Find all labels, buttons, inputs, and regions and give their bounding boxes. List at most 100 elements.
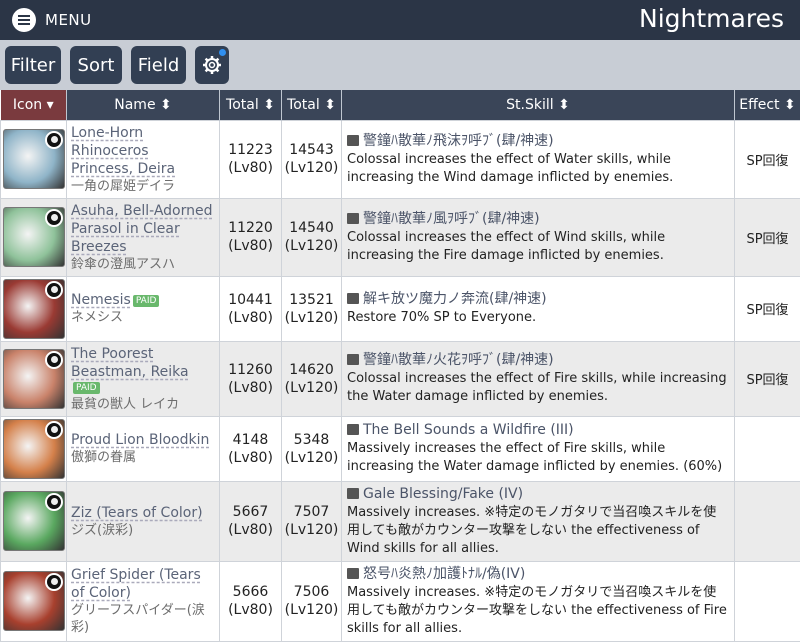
total-lv120-value: 14543 [282, 141, 341, 159]
table-row[interactable]: NemesisPAIDネメシス10441(Lv80)13521(Lv120)解キ… [1, 276, 800, 341]
icon-cell [1, 416, 67, 481]
skill-book-icon [347, 568, 359, 579]
nightmare-portrait[interactable] [3, 207, 65, 267]
total-lv120-column-header[interactable]: Total ⬍ [282, 90, 342, 120]
settings-button[interactable] [195, 46, 229, 84]
skill-description: Colossal increases the effect of Fire sk… [347, 370, 729, 406]
table-row[interactable]: Ziz (Tears of Color)ジズ(涙彩)5667(Lv80)7507… [1, 481, 800, 561]
total-lv80-level: (Lv80) [220, 309, 281, 327]
total-lv80-value: 10441 [220, 291, 281, 309]
effect-cell [735, 416, 800, 481]
total-lv120-cell: 14543(Lv120) [282, 120, 342, 198]
stskill-cell: The Bell Sounds a Wildfire (III)Massivel… [342, 416, 735, 481]
field-button[interactable]: Field [131, 46, 186, 84]
nightmare-name-link[interactable]: Grief Spider (Tears of Color) [71, 567, 201, 601]
skill-book-icon [347, 354, 359, 365]
table-row[interactable]: Asuha, Bell-Adorned Parasol in Clear Bre… [1, 198, 800, 276]
table-row[interactable]: Lone-Horn Rhinoceros Princess, Deira一角の犀… [1, 120, 800, 198]
skill-book-icon [347, 424, 359, 435]
nightmare-name-jp: グリーフスパイダー(涙彩) [71, 602, 215, 636]
total-lv120-level: (Lv120) [282, 309, 341, 327]
nightmare-portrait[interactable] [3, 279, 65, 339]
sort-icon: ⬍ [263, 97, 275, 113]
icon-cell [1, 481, 67, 561]
skill-description: Restore 70% SP to Everyone. [347, 309, 729, 327]
total-lv120-cell: 14540(Lv120) [282, 198, 342, 276]
effect-cell: SP回復 [735, 198, 800, 276]
skill-description: Colossal increases the effect of Water s… [347, 151, 729, 187]
table-row[interactable]: The Poorest Beastman, ReikaPAID最貧の獣人 レイカ… [1, 341, 800, 416]
total-lv120-cell: 5348(Lv120) [282, 416, 342, 481]
total-lv120-level: (Lv120) [282, 521, 341, 539]
skill-name: 警鐘ﾊ散華ﾉ火花ｦ呼ﾌﾞ(肆/神速) [363, 352, 554, 368]
total-lv120-cell: 13521(Lv120) [282, 276, 342, 341]
paid-badge: PAID [73, 382, 100, 394]
skill-book-icon [347, 293, 359, 304]
table-row[interactable]: Grief Spider (Tears of Color)グリーフスパイダー(涙… [1, 561, 800, 641]
skull-badge-icon [45, 131, 63, 149]
paid-badge: PAID [133, 295, 160, 307]
nightmare-portrait[interactable] [3, 571, 65, 631]
skill-description: Massively increases. ※特定のモノガタリで当召喚スキルを使用… [347, 504, 729, 558]
name-cell: Lone-Horn Rhinoceros Princess, Deira一角の犀… [67, 120, 220, 198]
filter-button[interactable]: Filter [5, 46, 61, 84]
nightmare-portrait[interactable] [3, 349, 65, 409]
total-lv80-cell: 4148(Lv80) [220, 416, 282, 481]
sort-desc-icon: ▾ [47, 97, 54, 113]
table-row[interactable]: Proud Lion Bloodkin傲獅の眷属4148(Lv80)5348(L… [1, 416, 800, 481]
skill-book-icon [347, 488, 359, 499]
total-lv120-value: 13521 [282, 291, 341, 309]
total-lv80-level: (Lv80) [220, 601, 281, 619]
total-lv80-cell: 5667(Lv80) [220, 481, 282, 561]
icon-column-header[interactable]: Icon ▾ [1, 90, 67, 120]
total-lv120-level: (Lv120) [282, 159, 341, 177]
name-cell: NemesisPAIDネメシス [67, 276, 220, 341]
total-lv80-value: 5667 [220, 503, 281, 521]
nightmare-name-link[interactable]: Asuha, Bell-Adorned Parasol in Clear Bre… [71, 203, 213, 255]
skill-name: 警鐘ﾊ散華ﾉ風ｦ呼ﾌﾞ(肆/神速) [363, 211, 540, 227]
nightmare-name-link[interactable]: Proud Lion Bloodkin [71, 432, 209, 448]
skill-description: Massively increases the effect of Fire s… [347, 440, 729, 476]
nightmare-name-link[interactable]: Nemesis [71, 292, 131, 308]
skill-description: Colossal increases the effect of Wind sk… [347, 229, 729, 265]
total-lv120-cell: 7506(Lv120) [282, 561, 342, 641]
name-cell: Asuha, Bell-Adorned Parasol in Clear Bre… [67, 198, 220, 276]
total-lv80-level: (Lv80) [220, 237, 281, 255]
nightmare-portrait[interactable] [3, 129, 65, 189]
skull-badge-icon [45, 421, 63, 439]
name-column-header[interactable]: Name ⬍ [67, 90, 220, 120]
skill-name: 怒号ﾊ炎熱ﾉ加護ﾄﾅﾙ/偽(IV) [363, 566, 525, 582]
total-lv80-level: (Lv80) [220, 521, 281, 539]
sort-icon: ⬍ [784, 97, 796, 113]
nightmare-name-jp: ジズ(涙彩) [71, 522, 215, 539]
stskill-column-header[interactable]: St.Skill ⬍ [342, 90, 735, 120]
nightmare-name-link[interactable]: Lone-Horn Rhinoceros Princess, Deira [71, 125, 175, 177]
skull-badge-icon [45, 281, 63, 299]
icon-cell [1, 276, 67, 341]
name-cell: Proud Lion Bloodkin傲獅の眷属 [67, 416, 220, 481]
nightmare-portrait[interactable] [3, 491, 65, 551]
menu-button[interactable]: MENU [12, 8, 92, 32]
nightmare-name-link[interactable]: The Poorest Beastman, Reika [71, 346, 189, 380]
sort-button[interactable]: Sort [70, 46, 122, 84]
stskill-cell: 警鐘ﾊ散華ﾉ火花ｦ呼ﾌﾞ(肆/神速) Colossal increases the… [342, 341, 735, 416]
nightmare-name-jp: 鈴傘の澄風アスハ [71, 256, 215, 273]
sort-icon: ⬍ [160, 97, 172, 113]
total-lv80-column-header[interactable]: Total ⬍ [220, 90, 282, 120]
skull-badge-icon [45, 209, 63, 227]
effect-cell: SP回復 [735, 276, 800, 341]
name-cell: The Poorest Beastman, ReikaPAID最貧の獣人 レイカ [67, 341, 220, 416]
total-lv120-cell: 14620(Lv120) [282, 341, 342, 416]
nightmare-portrait[interactable] [3, 419, 65, 479]
name-cell: Grief Spider (Tears of Color)グリーフスパイダー(涙… [67, 561, 220, 641]
hamburger-icon [12, 8, 36, 32]
total-lv80-cell: 5666(Lv80) [220, 561, 282, 641]
total-lv80-value: 4148 [220, 431, 281, 449]
effect-column-header[interactable]: Effect ⬍ [735, 90, 800, 120]
total-lv120-level: (Lv120) [282, 379, 341, 397]
top-bar: MENU Nightmares [0, 0, 800, 40]
icon-cell [1, 120, 67, 198]
notification-dot [219, 49, 226, 56]
stskill-cell: 解キ放ツ魔力ノ奔流(肆/神速)Restore 70% SP to Everyon… [342, 276, 735, 341]
nightmare-name-link[interactable]: Ziz (Tears of Color) [71, 505, 203, 521]
